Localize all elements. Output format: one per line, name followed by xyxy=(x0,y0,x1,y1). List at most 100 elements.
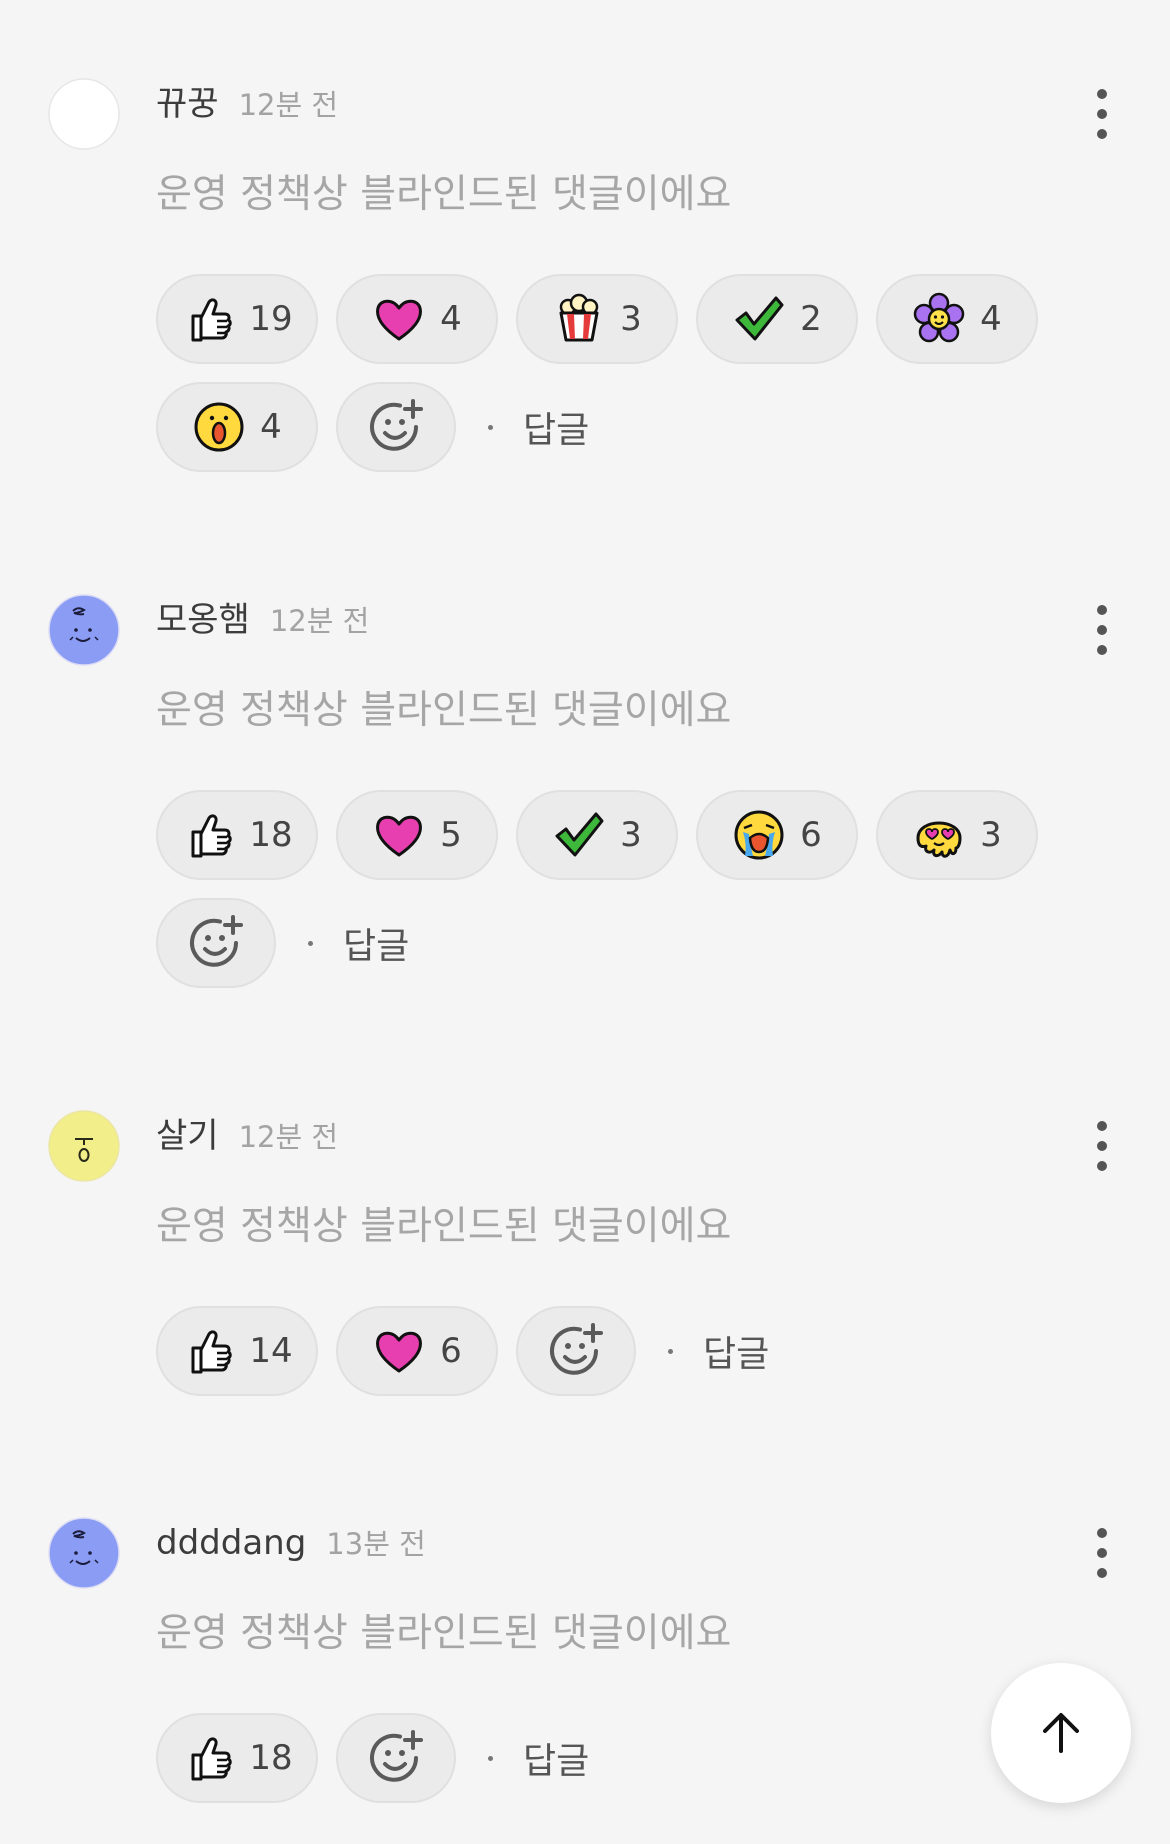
author-name[interactable]: 살기 xyxy=(156,1116,219,1156)
reaction-crying-button[interactable]: 6 xyxy=(696,790,858,880)
more-vertical-icon-dot xyxy=(1097,1568,1107,1578)
reaction-heart-button[interactable]: 4 xyxy=(336,274,498,364)
reply-button[interactable]: 답글 xyxy=(308,898,409,988)
avatar[interactable] xyxy=(48,1110,120,1182)
more-vertical-icon-dot xyxy=(1097,645,1107,655)
comment-time: 12분 전 xyxy=(269,604,370,638)
reaction-surprised-button[interactable]: 4 xyxy=(156,382,318,472)
reaction-count: 4 xyxy=(980,299,1002,339)
author-name[interactable]: 모옹햄 xyxy=(156,600,250,640)
reaction-bar: 19 4 3 2 4 4 답글 xyxy=(156,274,1076,472)
flower-icon xyxy=(912,292,966,346)
separator-dot xyxy=(488,424,493,430)
thumbs-up-icon xyxy=(181,808,235,862)
more-vertical-icon xyxy=(1097,1121,1107,1131)
heart-icon xyxy=(372,808,426,862)
thumbs-up-icon xyxy=(181,1731,235,1785)
add-emoji-icon xyxy=(190,915,243,967)
reaction-melting-love-button[interactable]: 3 xyxy=(876,790,1038,880)
reaction-count: 18 xyxy=(249,815,293,855)
add-reaction-button[interactable] xyxy=(516,1306,636,1396)
more-vertical-icon-dot xyxy=(1097,109,1107,119)
more-vertical-icon-dot xyxy=(1097,1141,1107,1151)
reaction-thumbs-up-button[interactable]: 18 xyxy=(156,790,318,880)
crying-icon xyxy=(732,808,786,862)
reaction-count: 4 xyxy=(260,407,282,447)
reply-button[interactable]: 답글 xyxy=(488,382,589,472)
more-vertical-icon-dot xyxy=(1097,1161,1107,1171)
author-name[interactable]: ddddang xyxy=(156,1523,306,1563)
reply-button[interactable]: 답글 xyxy=(668,1306,769,1396)
reaction-count: 5 xyxy=(440,815,462,855)
blinded-comment-text: 운영 정책상 블라인드된 댓글이에요 xyxy=(156,1204,732,1249)
heart-icon xyxy=(372,292,426,346)
more-vertical-icon-dot xyxy=(1097,1548,1107,1558)
more-options-button[interactable] xyxy=(1080,602,1124,658)
separator-dot xyxy=(488,1755,493,1761)
comment-time: 12분 전 xyxy=(238,1120,339,1154)
surprised-icon xyxy=(192,400,246,454)
thumbs-up-icon xyxy=(181,292,235,346)
comment-time: 13분 전 xyxy=(326,1527,426,1561)
reaction-bar: 18 5 3 6 3 답글 xyxy=(156,790,1076,988)
reaction-count: 3 xyxy=(620,815,642,855)
reaction-count: 4 xyxy=(440,299,462,339)
blinded-comment-text: 운영 정책상 블라인드된 댓글이에요 xyxy=(156,172,732,217)
reaction-count: 6 xyxy=(440,1331,462,1371)
reaction-heart-button[interactable]: 6 xyxy=(336,1306,498,1396)
reaction-count: 3 xyxy=(980,815,1002,855)
reaction-count: 2 xyxy=(800,299,822,339)
reaction-count: 18 xyxy=(249,1738,293,1778)
reply-label: 답글 xyxy=(523,1741,590,1782)
more-options-button[interactable] xyxy=(1080,1118,1124,1174)
add-emoji-icon xyxy=(550,1323,603,1375)
comment-header: ddddang 13분 전 xyxy=(156,1523,426,1564)
check-icon xyxy=(732,292,786,346)
reaction-bar: 18 답글 xyxy=(156,1713,1076,1803)
more-options-button[interactable] xyxy=(1080,1525,1124,1581)
reaction-thumbs-up-button[interactable]: 14 xyxy=(156,1306,318,1396)
more-vertical-icon xyxy=(1097,1528,1107,1538)
reaction-flower-button[interactable]: 4 xyxy=(876,274,1038,364)
more-vertical-icon xyxy=(1097,89,1107,99)
add-reaction-button[interactable] xyxy=(156,898,276,988)
reply-label: 답글 xyxy=(703,1334,770,1375)
heart-icon xyxy=(372,1324,426,1378)
reaction-check-button[interactable]: 2 xyxy=(696,274,858,364)
add-reaction-button[interactable] xyxy=(336,382,456,472)
avatar[interactable] xyxy=(48,1517,120,1589)
add-reaction-button[interactable] xyxy=(336,1713,456,1803)
more-options-button[interactable] xyxy=(1080,86,1124,142)
reaction-thumbs-up-button[interactable]: 19 xyxy=(156,274,318,364)
comment-header: 모옹햄 12분 전 xyxy=(156,600,369,641)
melting-love-icon xyxy=(912,808,966,862)
add-emoji-icon xyxy=(370,1730,423,1782)
thumbs-up-icon xyxy=(181,1324,235,1378)
reaction-thumbs-up-button[interactable]: 18 xyxy=(156,1713,318,1803)
comment-time: 12분 전 xyxy=(238,88,339,122)
more-vertical-icon-dot xyxy=(1097,625,1107,635)
popcorn-icon xyxy=(552,292,606,346)
add-emoji-icon xyxy=(370,399,423,451)
reply-label: 답글 xyxy=(343,926,410,967)
avatar[interactable] xyxy=(48,78,120,150)
separator-dot xyxy=(308,940,313,946)
reaction-heart-button[interactable]: 5 xyxy=(336,790,498,880)
arrow-up-icon xyxy=(1043,1713,1079,1753)
reply-button[interactable]: 답글 xyxy=(488,1713,589,1803)
blinded-comment-text: 운영 정책상 블라인드된 댓글이에요 xyxy=(156,1611,732,1656)
reaction-count: 19 xyxy=(249,299,293,339)
reaction-count: 14 xyxy=(249,1331,293,1371)
more-vertical-icon xyxy=(1097,605,1107,615)
author-name[interactable]: 뀨꿍 xyxy=(156,84,219,124)
comment-header: 뀨꿍 12분 전 xyxy=(156,84,338,125)
reaction-bar: 14 6 답글 xyxy=(156,1306,1076,1396)
reaction-count: 6 xyxy=(800,815,822,855)
separator-dot xyxy=(668,1348,673,1354)
reply-label: 답글 xyxy=(523,410,590,451)
avatar[interactable] xyxy=(48,594,120,666)
reaction-popcorn-button[interactable]: 3 xyxy=(516,274,678,364)
scroll-to-top-button[interactable] xyxy=(991,1663,1131,1803)
comment-header: 살기 12분 전 xyxy=(156,1116,338,1157)
reaction-check-button[interactable]: 3 xyxy=(516,790,678,880)
